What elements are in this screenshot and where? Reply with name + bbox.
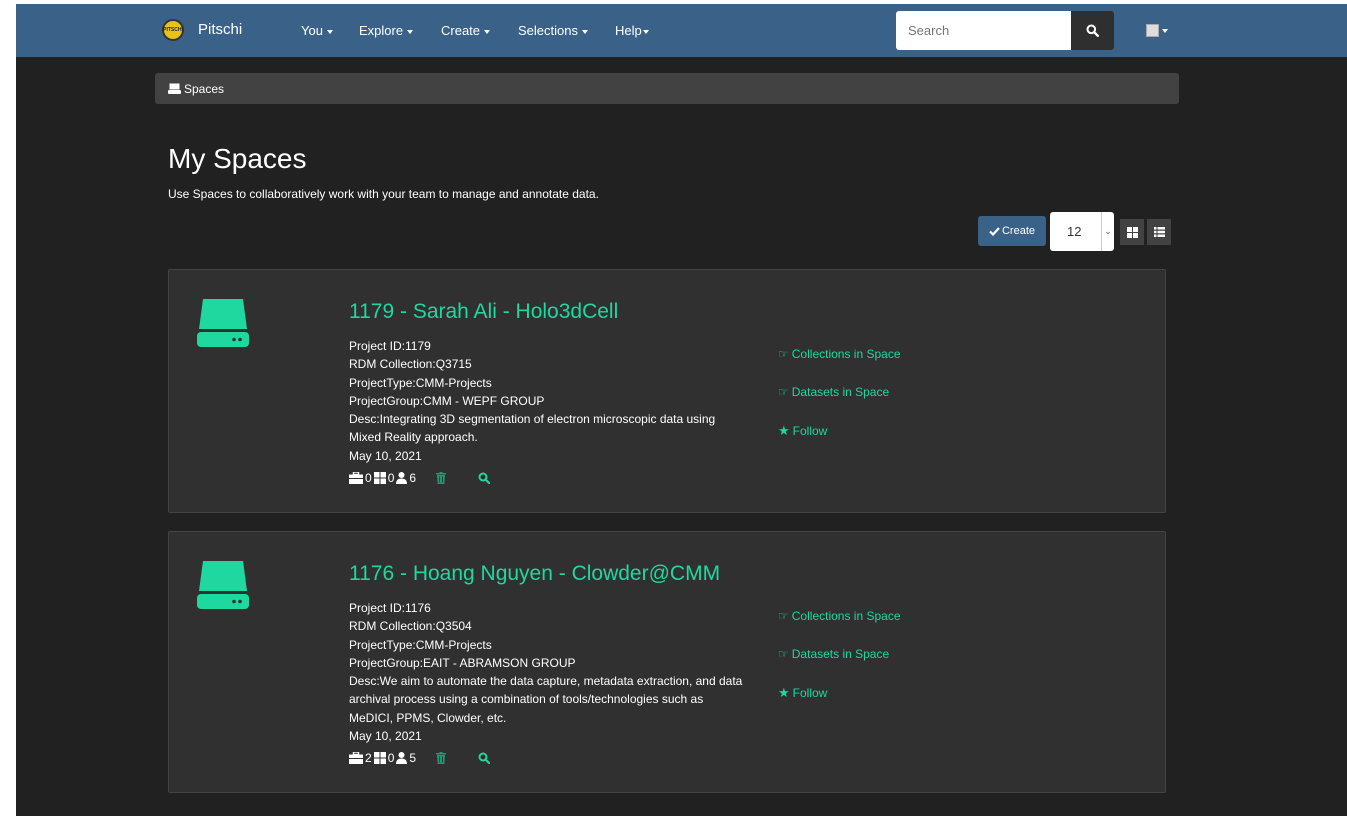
search-icon[interactable] <box>478 752 491 764</box>
search-button[interactable] <box>1071 11 1114 50</box>
datasets-count: 0 <box>387 751 395 765</box>
nav-selections[interactable]: Selections <box>518 23 588 38</box>
page-frame: PITSCHI Pitschi You Explore Create Selec… <box>16 4 1347 816</box>
user-icon <box>396 752 408 764</box>
hdd-icon <box>197 561 249 609</box>
page-title: My Spaces <box>168 143 307 174</box>
chevron-down-icon <box>326 29 333 34</box>
top-navbar: PITSCHI Pitschi You Explore Create Selec… <box>16 4 1347 57</box>
nav-you-label: You <box>301 23 323 38</box>
collections-count: 0 <box>365 471 372 485</box>
space-date: May 10, 2021 <box>349 448 422 463</box>
user-icon <box>396 472 408 484</box>
users-count: 6 <box>409 471 417 485</box>
hdd-icon <box>197 299 249 347</box>
list-icon <box>1153 227 1165 237</box>
space-project-group: ProjectGroup:EAIT - ABRAMSON GROUP <box>349 655 576 670</box>
briefcase-icon <box>349 752 363 764</box>
nav-selections-label: Selections <box>518 23 578 38</box>
nav-you[interactable]: You <box>301 23 333 38</box>
space-stats: 2 0 5 <box>349 751 491 765</box>
space-description: Desc:Integrating 3D segmentation of elec… <box>349 412 716 445</box>
space-stats: 0 0 6 <box>349 471 491 485</box>
grid-view-button[interactable] <box>1120 219 1144 245</box>
create-space-button[interactable]: Create <box>978 216 1046 246</box>
hand-pointer-icon: ☞ <box>778 385 789 399</box>
datasets-icon <box>373 752 386 764</box>
chevron-down-icon <box>407 29 414 34</box>
page-size-value: 12 <box>1067 224 1082 239</box>
search-icon <box>1086 24 1099 37</box>
space-title[interactable]: 1179 - Sarah Ali - Holo3dCell <box>349 300 618 324</box>
datasets-icon <box>373 472 386 484</box>
nav-explore-label: Explore <box>359 23 404 38</box>
star-icon: ★ <box>778 685 790 700</box>
trash-icon[interactable] <box>436 752 447 764</box>
space-title[interactable]: 1176 - Hoang Nguyen - Clowder@CMM <box>349 562 720 586</box>
space-details: Project ID:1179 RDM Collection:Q3715 Pro… <box>349 337 749 465</box>
nav-explore[interactable]: Explore <box>359 23 414 38</box>
space-project-group: ProjectGroup:CMM - WEPF GROUP <box>349 393 545 408</box>
check-icon <box>989 226 1000 236</box>
collections-count: 2 <box>365 751 372 765</box>
search-input[interactable] <box>896 11 1071 50</box>
space-project-id: Project ID:1179 <box>349 339 431 353</box>
collections-link-label: Collections in Space <box>791 609 901 623</box>
star-icon: ★ <box>778 423 790 438</box>
follow-label: Follow <box>792 424 828 438</box>
nav-create-label: Create <box>441 23 481 38</box>
chevron-down-icon <box>484 29 491 34</box>
space-project-id: Project ID:1176 <box>349 601 431 615</box>
space-card: 1179 - Sarah Ali - Holo3dCell Project ID… <box>168 269 1166 513</box>
create-label: Create <box>1001 225 1036 237</box>
space-project-type: ProjectType:CMM-Projects <box>349 637 492 652</box>
chevron-down-icon: ⌄ <box>1101 212 1114 251</box>
brand-logo[interactable]: PITSCHI <box>162 19 184 41</box>
follow-link[interactable]: ★ Follow <box>778 685 827 701</box>
space-rdm-collection: RDM Collection:Q3715 <box>349 357 472 372</box>
page-subtitle: Use Spaces to collaboratively work with … <box>168 187 599 201</box>
hand-pointer-icon: ☞ <box>778 347 789 361</box>
follow-link[interactable]: ★ Follow <box>778 423 827 439</box>
datasets-in-space-link[interactable]: ☞ Datasets in Space <box>778 647 889 661</box>
briefcase-icon <box>349 472 363 484</box>
collections-in-space-link[interactable]: ☞ Collections in Space <box>778 609 901 623</box>
grid-icon <box>1126 226 1138 238</box>
logo-text: PITSCHI <box>163 27 183 33</box>
space-description: Desc:We aim to automate the data capture… <box>349 674 743 725</box>
breadcrumb-spaces[interactable]: Spaces <box>184 82 224 96</box>
follow-label: Follow <box>792 686 828 700</box>
breadcrumb: Spaces <box>155 73 1179 104</box>
collections-in-space-link[interactable]: ☞ Collections in Space <box>778 347 901 361</box>
hand-pointer-icon: ☞ <box>778 647 789 661</box>
datasets-in-space-link[interactable]: ☞ Datasets in Space <box>778 385 889 399</box>
space-date: May 10, 2021 <box>349 729 422 744</box>
users-count: 5 <box>409 751 417 765</box>
space-project-type: ProjectType:CMM-Projects <box>349 375 492 390</box>
space-details: Project ID:1176 RDM Collection:Q3504 Pro… <box>349 599 749 745</box>
brand-name[interactable]: Pitschi <box>198 21 242 38</box>
nav-help[interactable]: Help <box>615 23 649 38</box>
nav-help-label: Help <box>615 23 642 38</box>
chevron-down-icon[interactable] <box>1162 29 1168 33</box>
search-icon[interactable] <box>478 472 491 484</box>
collections-link-label: Collections in Space <box>791 347 901 361</box>
datasets-link-label: Datasets in Space <box>791 647 890 661</box>
space-card: 1176 - Hoang Nguyen - Clowder@CMM Projec… <box>168 531 1166 793</box>
user-avatar[interactable] <box>1146 24 1159 37</box>
datasets-link-label: Datasets in Space <box>791 385 890 399</box>
page-size-select[interactable]: 12 ⌄ <box>1050 212 1114 251</box>
list-view-button[interactable] <box>1147 219 1171 245</box>
datasets-count: 0 <box>387 471 395 485</box>
hdd-icon <box>168 83 181 94</box>
nav-create[interactable]: Create <box>441 23 491 38</box>
space-rdm-collection: RDM Collection:Q3504 <box>349 619 472 634</box>
chevron-down-icon <box>642 29 649 34</box>
chevron-down-icon <box>581 29 588 34</box>
hand-pointer-icon: ☞ <box>778 609 789 623</box>
trash-icon[interactable] <box>436 472 447 484</box>
